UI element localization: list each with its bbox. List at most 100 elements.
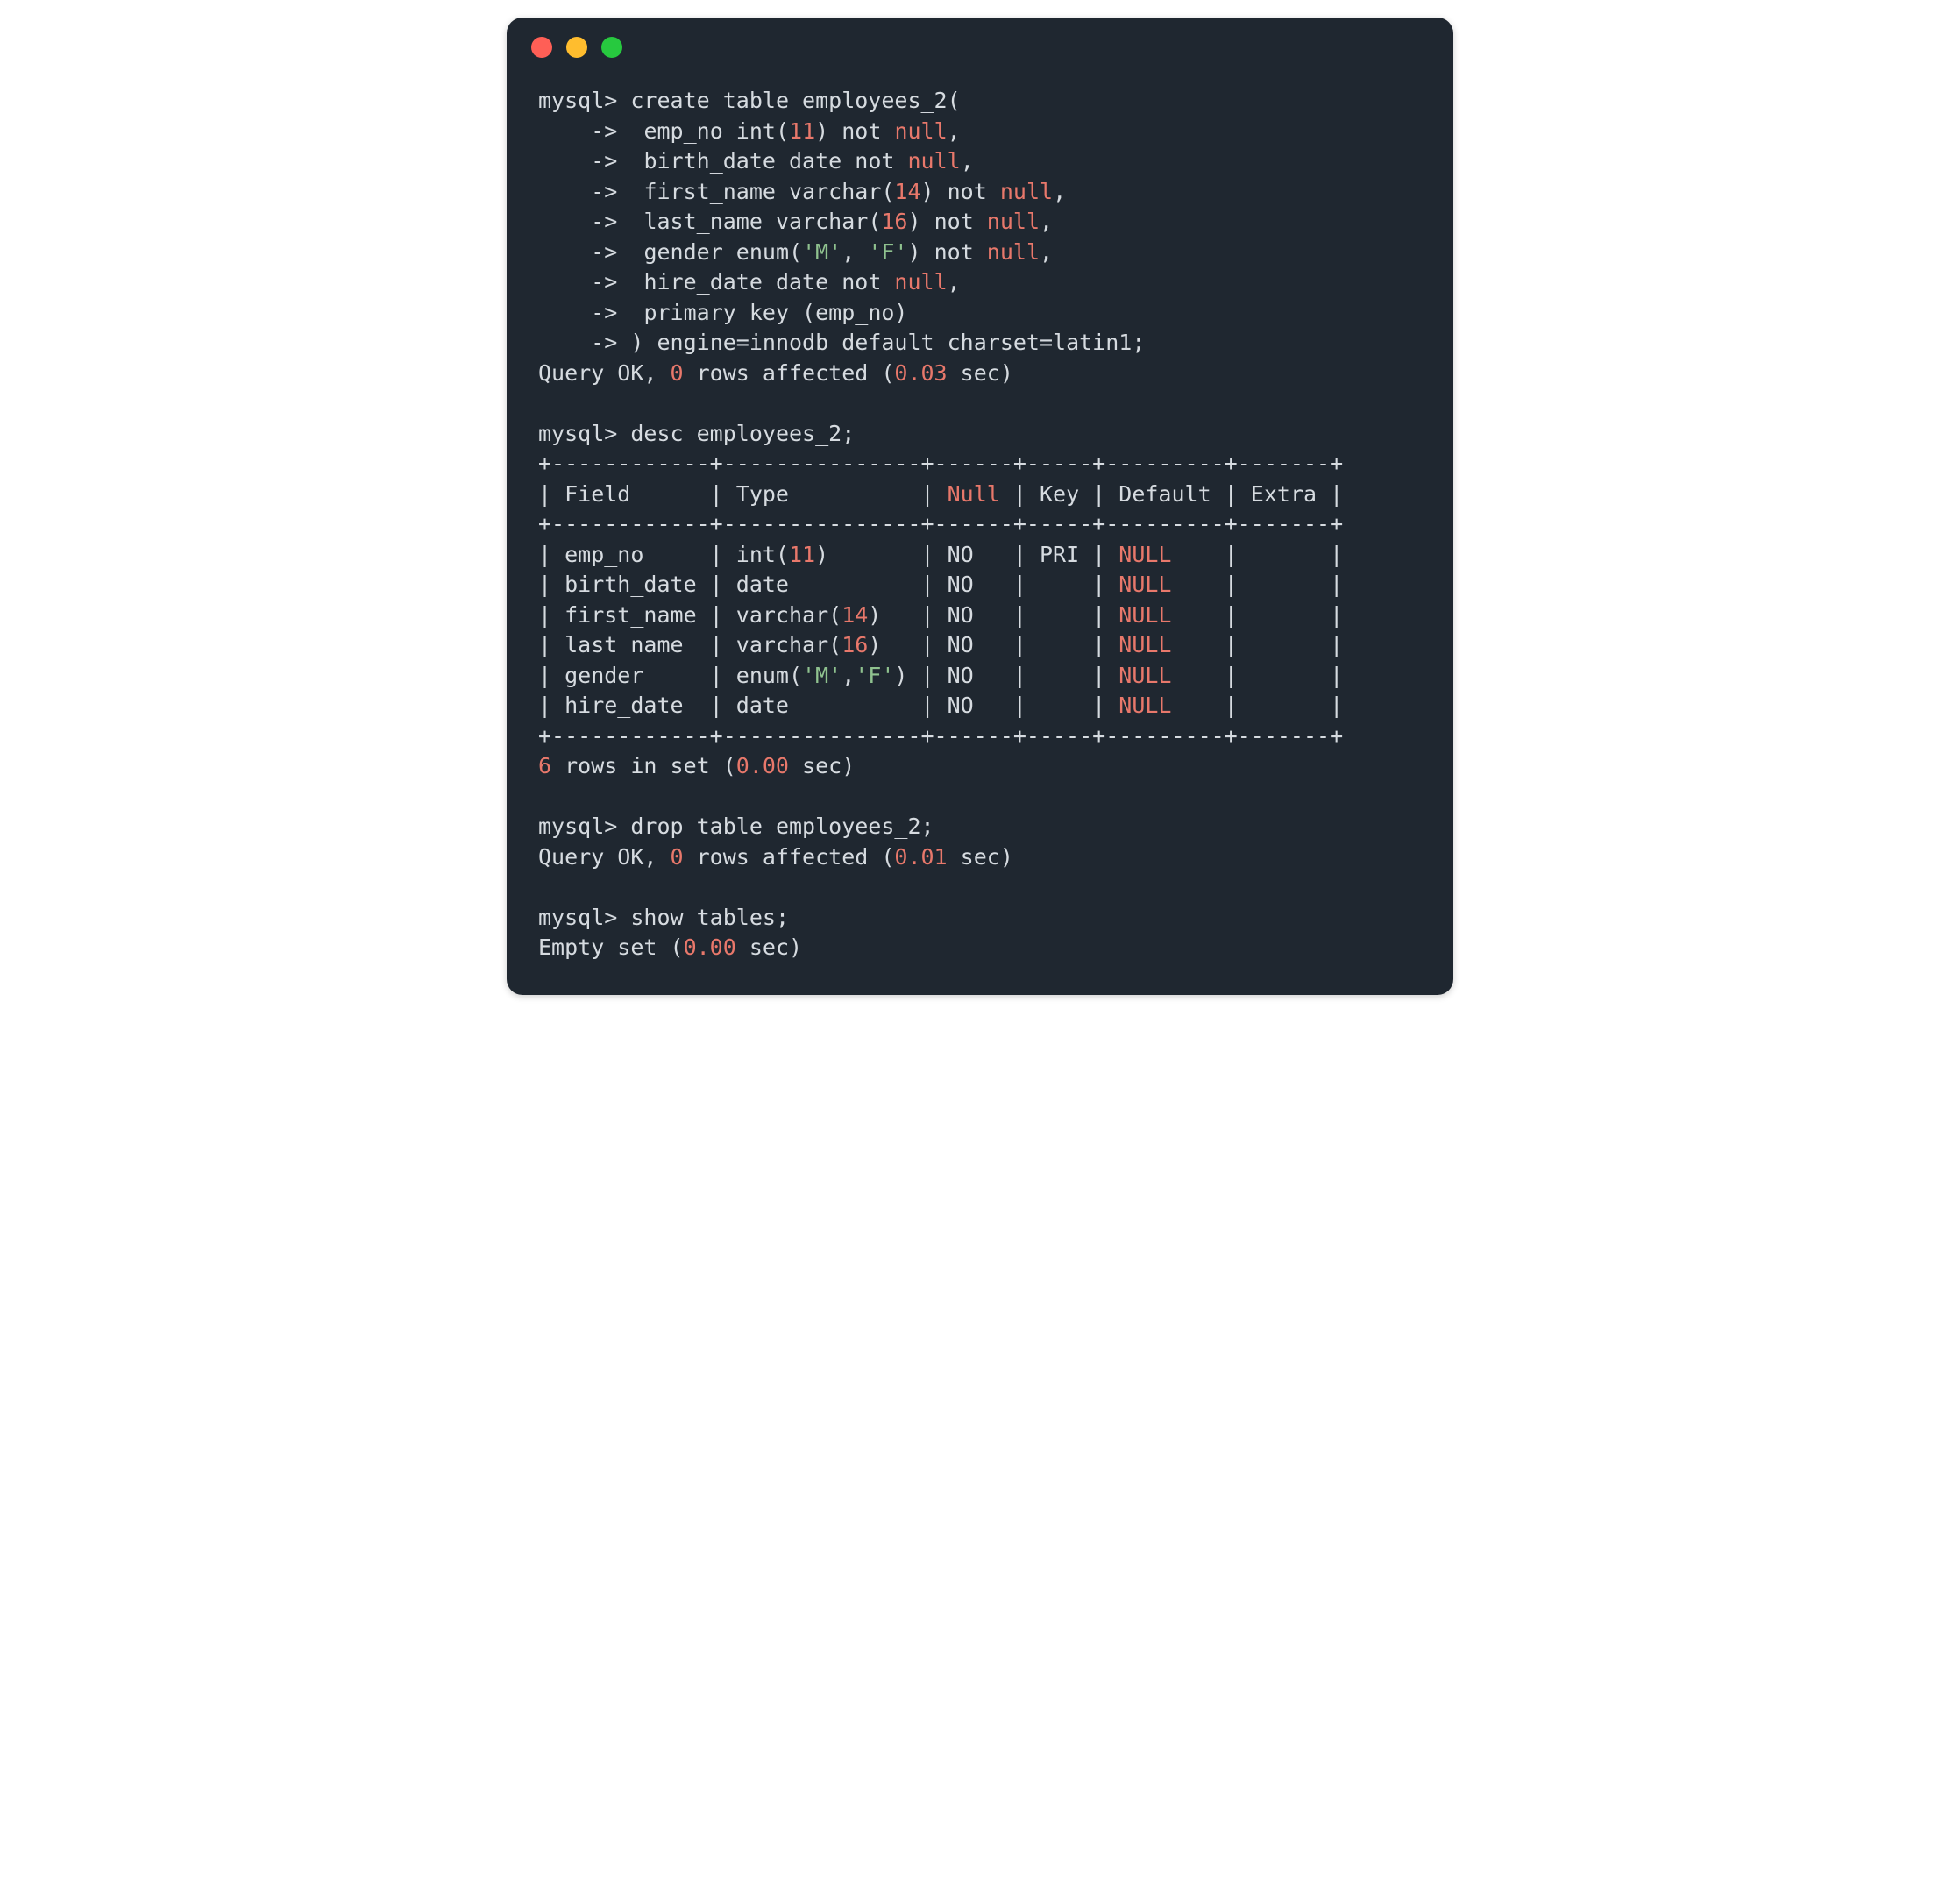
sql-text: , bbox=[948, 118, 961, 144]
table-row-text: | gender | enum( bbox=[538, 663, 802, 688]
table-row-text: | hire_date | date | NO | | bbox=[538, 693, 1118, 718]
sql-desc-cmd: desc employees_2; bbox=[630, 421, 855, 446]
table-row-text: , bbox=[842, 663, 855, 688]
result-text: Query OK, bbox=[538, 360, 671, 386]
result-number: 0.00 bbox=[684, 934, 736, 960]
table-border: +------------+---------------+------+---… bbox=[538, 451, 1343, 476]
sql-text: first_name varchar( bbox=[630, 179, 894, 204]
table-row-text: | | bbox=[1172, 632, 1344, 657]
cont-prompt: -> bbox=[591, 269, 617, 295]
table-row-null: NULL bbox=[1118, 572, 1171, 597]
cont-prompt: -> bbox=[591, 118, 617, 144]
table-row-text: ) | NO | | bbox=[868, 602, 1118, 628]
result-number: 6 bbox=[538, 753, 551, 778]
sql-keyword-null: null bbox=[907, 148, 960, 174]
result-text: Empty set ( bbox=[538, 934, 684, 960]
result-text: sec) bbox=[948, 360, 1013, 386]
table-row-text: | birth_date | date | NO | | bbox=[538, 572, 1118, 597]
cont-prompt: -> bbox=[591, 330, 617, 355]
sql-text: ) not bbox=[921, 179, 1000, 204]
table-row-string: 'M' bbox=[802, 663, 842, 688]
table-row-text: | emp_no | int( bbox=[538, 542, 789, 567]
result-text: sec) bbox=[789, 753, 855, 778]
sql-text: , bbox=[1053, 179, 1066, 204]
sql-text: primary key (emp_no) bbox=[630, 300, 907, 325]
table-header-text: | Field | Type | bbox=[538, 481, 948, 507]
result-text: rows in set ( bbox=[551, 753, 736, 778]
sql-keyword-null: null bbox=[987, 209, 1040, 234]
sql-text: , bbox=[1040, 239, 1053, 265]
sql-keyword-null: null bbox=[894, 269, 947, 295]
sql-text: ) not bbox=[907, 239, 986, 265]
terminal-window: mysql> create table employees_2( -> emp_… bbox=[507, 18, 1453, 995]
terminal-content[interactable]: mysql> create table employees_2( -> emp_… bbox=[507, 67, 1453, 995]
table-border: +------------+---------------+------+---… bbox=[538, 723, 1343, 749]
result-text: Query OK, bbox=[538, 844, 671, 870]
sql-text: gender enum( bbox=[630, 239, 802, 265]
sql-keyword-null: null bbox=[1000, 179, 1053, 204]
table-row-null: NULL bbox=[1118, 602, 1171, 628]
result-number: 0 bbox=[671, 360, 684, 386]
table-row-text: ) | NO | PRI | bbox=[815, 542, 1118, 567]
table-row-text: | | bbox=[1172, 542, 1344, 567]
cont-prompt: -> bbox=[591, 179, 617, 204]
result-number: 0.01 bbox=[894, 844, 947, 870]
sql-text: last_name varchar( bbox=[630, 209, 881, 234]
result-number: 0 bbox=[671, 844, 684, 870]
table-row-string: 'F' bbox=[855, 663, 894, 688]
table-row-number: 14 bbox=[842, 602, 868, 628]
prompt: mysql> bbox=[538, 905, 617, 930]
result-text: rows affected ( bbox=[684, 360, 895, 386]
table-row-number: 16 bbox=[842, 632, 868, 657]
sql-text: birth_date date not bbox=[630, 148, 907, 174]
cont-prompt: -> bbox=[591, 300, 617, 325]
result-number: 0.00 bbox=[736, 753, 789, 778]
table-border: +------------+---------------+------+---… bbox=[538, 511, 1343, 536]
sql-number: 11 bbox=[789, 118, 815, 144]
zoom-icon[interactable] bbox=[601, 37, 622, 58]
table-row-text: | | bbox=[1172, 663, 1344, 688]
sql-drop-cmd: drop table employees_2; bbox=[630, 814, 934, 839]
table-row-text: | last_name | varchar( bbox=[538, 632, 842, 657]
table-row-null: NULL bbox=[1118, 663, 1171, 688]
sql-string: 'F' bbox=[868, 239, 907, 265]
close-icon[interactable] bbox=[531, 37, 552, 58]
table-header-null: Null bbox=[948, 481, 1000, 507]
table-row-text: | | bbox=[1172, 602, 1344, 628]
table-row-null: NULL bbox=[1118, 693, 1171, 718]
window-titlebar bbox=[507, 18, 1453, 67]
result-number: 0.03 bbox=[894, 360, 947, 386]
sql-keyword-null: null bbox=[987, 239, 1040, 265]
sql-text: , bbox=[842, 239, 868, 265]
result-text: sec) bbox=[736, 934, 802, 960]
table-row-null: NULL bbox=[1118, 542, 1171, 567]
sql-string: 'M' bbox=[802, 239, 842, 265]
sql-number: 14 bbox=[894, 179, 920, 204]
prompt: mysql> bbox=[538, 814, 617, 839]
prompt: mysql> bbox=[538, 88, 617, 113]
cont-prompt: -> bbox=[591, 209, 617, 234]
table-row-text: | | bbox=[1171, 693, 1343, 718]
table-header-text: | Key | Default | Extra | bbox=[1000, 481, 1343, 507]
prompt: mysql> bbox=[538, 421, 617, 446]
result-text: rows affected ( bbox=[684, 844, 895, 870]
sql-keyword-null: null bbox=[894, 118, 947, 144]
sql-text: ) not bbox=[815, 118, 894, 144]
minimize-icon[interactable] bbox=[566, 37, 587, 58]
cont-prompt: -> bbox=[591, 148, 617, 174]
table-row-text: | | bbox=[1171, 572, 1343, 597]
sql-text: , bbox=[948, 269, 961, 295]
sql-text: hire_date date not bbox=[630, 269, 894, 295]
table-row-text: ) | NO | | bbox=[894, 663, 1118, 688]
sql-show-cmd: show tables; bbox=[630, 905, 789, 930]
table-row-text: ) | NO | | bbox=[868, 632, 1118, 657]
result-text: sec) bbox=[948, 844, 1013, 870]
sql-number: 16 bbox=[881, 209, 907, 234]
sql-text: , bbox=[961, 148, 974, 174]
sql-text: , bbox=[1040, 209, 1053, 234]
cont-prompt: -> bbox=[591, 239, 617, 265]
sql-text: emp_no int( bbox=[630, 118, 789, 144]
sql-text: ) not bbox=[907, 209, 986, 234]
table-row-number: 11 bbox=[789, 542, 815, 567]
sql-text: ) engine=innodb default charset=latin1; bbox=[630, 330, 1145, 355]
